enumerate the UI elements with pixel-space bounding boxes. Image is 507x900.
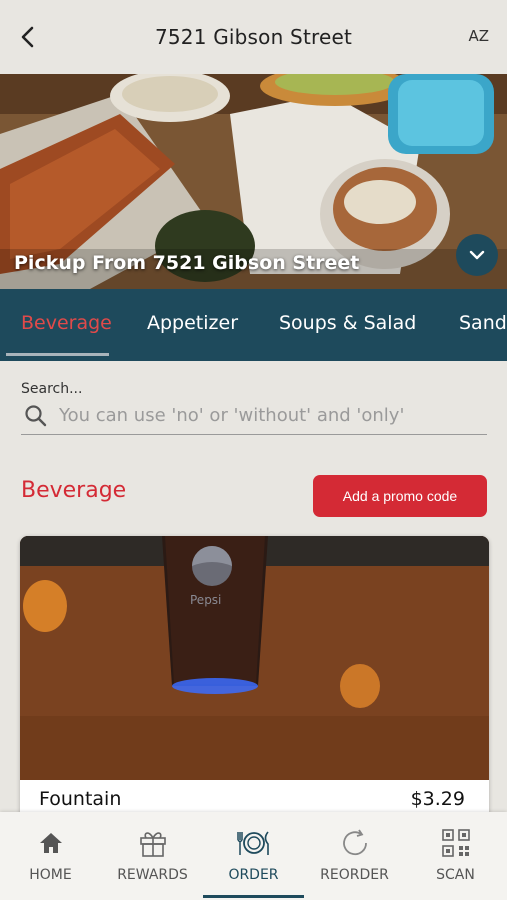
expand-location-button[interactable] bbox=[456, 234, 498, 276]
plate-cutlery-icon bbox=[236, 831, 269, 855]
nav-reorder-label: REORDER bbox=[320, 867, 389, 883]
pickup-location-caption: Pickup From 7521 Gibson Street bbox=[14, 252, 360, 274]
search-input[interactable] bbox=[59, 405, 479, 426]
nav-home-label: HOME bbox=[29, 867, 72, 883]
back-button[interactable] bbox=[14, 23, 40, 51]
fountain-drink-photo: Pepsi bbox=[20, 536, 489, 780]
tab-beverage[interactable]: Beverage bbox=[21, 312, 112, 334]
cup-brand-text: Pepsi bbox=[190, 593, 221, 607]
section-title: Beverage bbox=[21, 478, 127, 503]
qr-code-icon bbox=[441, 829, 470, 857]
refresh-icon bbox=[342, 829, 367, 856]
nav-order-label: ORDER bbox=[228, 867, 279, 883]
product-price: $3.29 bbox=[410, 788, 465, 810]
product-image: Pepsi bbox=[20, 536, 489, 780]
nav-scan-label: SCAN bbox=[436, 867, 475, 883]
tab-appetizer[interactable]: Appetizer bbox=[147, 312, 238, 334]
chevron-down-icon bbox=[469, 250, 485, 260]
nav-home[interactable]: HOME bbox=[0, 812, 101, 900]
active-tab-indicator bbox=[6, 353, 109, 356]
home-icon bbox=[39, 833, 62, 853]
chevron-left-icon bbox=[21, 26, 34, 48]
page-title: 7521 Gibson Street bbox=[154, 25, 353, 49]
add-promo-code-button[interactable]: Add a promo code bbox=[313, 475, 487, 517]
language-toggle[interactable]: AZ bbox=[468, 27, 489, 45]
tab-soups-salad[interactable]: Soups & Salad bbox=[279, 312, 416, 334]
category-tabs: Beverage Appetizer Soups & Salad Sand bbox=[0, 289, 507, 361]
product-card[interactable]: Pepsi Fountain $3.29 bbox=[20, 536, 489, 826]
search-icon bbox=[25, 404, 47, 426]
search-field[interactable] bbox=[21, 397, 487, 435]
nav-reorder[interactable]: REORDER bbox=[304, 812, 405, 900]
nav-rewards[interactable]: REWARDS bbox=[102, 812, 203, 900]
gift-icon bbox=[139, 832, 166, 857]
product-name: Fountain bbox=[39, 788, 122, 810]
nav-active-indicator bbox=[203, 895, 304, 898]
nav-rewards-label: REWARDS bbox=[117, 867, 188, 883]
nav-order[interactable]: ORDER bbox=[203, 812, 304, 900]
search-label: Search... bbox=[21, 381, 83, 397]
tab-sandwiches[interactable]: Sand bbox=[459, 312, 507, 334]
nav-scan[interactable]: SCAN bbox=[405, 812, 506, 900]
app-header: 7521 Gibson Street AZ bbox=[0, 0, 507, 74]
bottom-navigation: HOME REWARDS ORDER REORDER SCAN bbox=[0, 812, 507, 900]
